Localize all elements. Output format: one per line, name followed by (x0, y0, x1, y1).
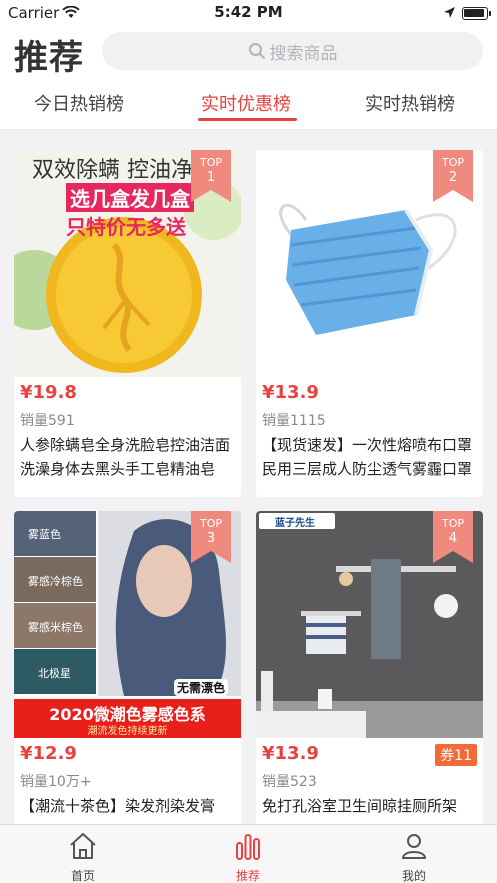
image-promo-line: 选几盒发几盒 (66, 183, 194, 212)
tab-realtime-discount[interactable]: 实时优惠榜 (201, 90, 291, 116)
ranking-tabs: 今日热销榜 实时优惠榜 实时热销榜 (0, 78, 497, 130)
product-sales: 销量1115 (262, 413, 326, 429)
swatch-label: 雾感米棕色 (28, 621, 83, 634)
search-icon (248, 43, 265, 59)
image-tag: 无需漂色 (174, 679, 229, 696)
image-headline: 双效除螨 控油净痘 (32, 158, 215, 183)
swatch-label: 北极星 (38, 667, 71, 680)
image-subbanner: 潮流发色持续更新 (87, 726, 168, 737)
product-price: ¥13.9 (262, 743, 319, 764)
product-sales: 销量591 (20, 413, 75, 429)
tabbar-label: 我的 (401, 869, 426, 883)
product-title: 免打孔浴室卫生间晾挂厕所架 (262, 797, 458, 815)
profile-icon (402, 834, 426, 859)
product-price: ¥19.8 (20, 382, 77, 403)
bottom-tab-bar: 首页 推荐 我的 (0, 824, 497, 883)
rank-badge: TOP 1 (191, 150, 231, 202)
search-placeholder: 搜索商品 (269, 43, 338, 64)
product-sales: 销量10万+ (20, 774, 92, 790)
product-card-4[interactable]: 蓝子先生 TOP 4 ¥13.9 券11 销量523 免打孔浴室卫生间晾挂厕所架 (256, 511, 483, 858)
rank-badge: TOP 3 (191, 511, 231, 563)
tab-today-hot[interactable]: 今日热销榜 (34, 90, 124, 116)
location-arrow-icon (444, 7, 455, 18)
header: 推荐 搜索商品 (0, 26, 497, 78)
home-icon (70, 833, 96, 859)
status-bar: Carrier 5:42 PM (0, 0, 497, 26)
rank-badge: TOP 4 (433, 511, 473, 563)
product-card-3[interactable]: 雾蓝色 雾感冷棕色 雾感米棕色 北极星 无需漂色 2020微潮色雾感色系 潮流发… (14, 511, 241, 858)
product-sales: 销量523 (262, 774, 317, 790)
coupon-badge: 券11 (435, 744, 477, 766)
tabbar-label: 推荐 (235, 869, 260, 883)
product-price: ¥13.9 (262, 382, 319, 403)
page-title: 推荐 (14, 38, 84, 78)
ranking-icon (236, 834, 260, 860)
tabbar-item-recommend[interactable]: 推荐 (208, 831, 288, 883)
product-card-1[interactable]: 双效除螨 控油净痘 选几盒发几盒 只特价无多送 TOP 1 ¥19.8 销量59… (14, 150, 241, 497)
product-title: 【现货速发】一次性熔喷布口罩民用三层成人防尘透气雾霾口罩 (262, 436, 473, 478)
brand-logo: 蓝子先生 (275, 518, 315, 529)
image-promo-line: 只特价无多送 (66, 215, 186, 239)
tab-realtime-hot[interactable]: 实时热销榜 (365, 90, 455, 116)
tabbar-label: 首页 (70, 869, 95, 883)
swatch-label: 雾感冷棕色 (28, 575, 83, 588)
product-title: 人参除螨皂全身洗脸皂控油洁面洗澡身体去黑头手工皂精油皂 (20, 436, 231, 478)
tabbar-item-profile[interactable]: 我的 (374, 831, 454, 883)
product-card-2[interactable]: TOP 2 ¥13.9 销量1115 【现货速发】一次性熔喷布口罩民用三层成人防… (256, 150, 483, 497)
swatch-label: 雾蓝色 (28, 528, 61, 541)
tabbar-item-home[interactable]: 首页 (43, 831, 123, 883)
active-tab-indicator (198, 118, 297, 121)
clock: 5:42 PM (214, 3, 283, 21)
battery-icon (462, 7, 488, 20)
search-input[interactable]: 搜索商品 (102, 32, 483, 70)
rank-badge: TOP 2 (433, 150, 473, 202)
product-title: 【潮流十茶色】染发剂染发膏 (20, 797, 216, 815)
product-price: ¥12.9 (20, 743, 77, 764)
